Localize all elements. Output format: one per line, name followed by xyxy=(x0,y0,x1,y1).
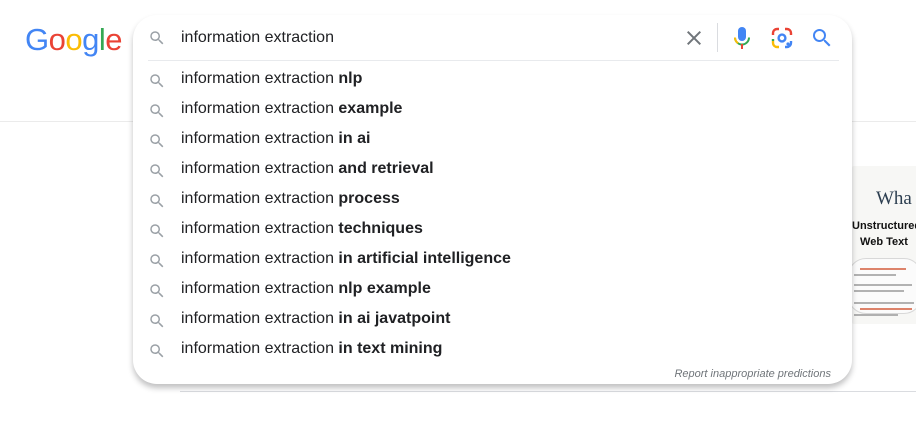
suggestions-divider xyxy=(148,60,839,61)
search-query-text[interactable]: information extraction xyxy=(181,28,334,48)
close-icon xyxy=(687,31,701,45)
suggestion-text: information extraction process xyxy=(181,189,400,209)
thumbnail-text-line xyxy=(854,314,898,316)
google-logo[interactable]: Google xyxy=(25,22,123,58)
suggestion-completion: in text mining xyxy=(338,340,443,357)
search-icon xyxy=(150,134,164,148)
suggestion-item[interactable]: information extraction in ai javatpoint xyxy=(133,304,852,334)
thumbnail-text-line xyxy=(854,302,914,304)
microphone-icon xyxy=(734,27,750,49)
suggestions-list: information extraction nlp information ex… xyxy=(133,64,852,364)
logo-letter: o xyxy=(65,22,83,57)
suggestion-text: information extraction nlp example xyxy=(181,279,431,299)
suggestion-text: information extraction in ai xyxy=(181,129,370,149)
suggestion-prefix: information extraction xyxy=(181,70,339,87)
suggestion-item[interactable]: information extraction process xyxy=(133,184,852,214)
suggestion-completion: and retrieval xyxy=(338,160,434,177)
search-submit-button[interactable] xyxy=(810,26,834,50)
suggestion-text: information extraction example xyxy=(181,99,402,119)
suggestion-text: information extraction techniques xyxy=(181,219,423,239)
search-icon xyxy=(150,31,164,45)
suggestion-text: information extraction nlp xyxy=(181,69,362,89)
vertical-divider xyxy=(717,23,718,52)
suggestion-prefix: information extraction xyxy=(181,220,339,237)
suggestion-completion: in artificial intelligence xyxy=(338,250,511,267)
suggestion-completion: process xyxy=(338,190,400,207)
search-icon xyxy=(150,314,164,328)
suggestion-item[interactable]: information extraction in text mining xyxy=(133,334,852,364)
search-autocomplete-box: information extraction information extra… xyxy=(133,15,852,384)
clear-button[interactable] xyxy=(682,26,706,50)
suggestion-prefix: information extraction xyxy=(181,130,339,147)
search-icon xyxy=(150,74,164,88)
suggestion-prefix: information extraction xyxy=(181,280,339,297)
report-predictions-link[interactable]: Report inappropriate predictions xyxy=(674,368,831,380)
camera-lens-icon xyxy=(771,27,793,49)
suggestion-completion: in ai javatpoint xyxy=(338,310,451,327)
result-thumbnail[interactable]: Wha Unstructured Web Text xyxy=(852,166,916,324)
search-icon xyxy=(150,194,164,208)
thumbnail-text-line xyxy=(854,274,896,276)
suggestion-completion: example xyxy=(338,100,403,117)
logo-letter: o xyxy=(48,22,66,57)
thumbnail-text-line xyxy=(860,268,906,270)
search-icon xyxy=(150,224,164,238)
suggestion-item[interactable]: information extraction example xyxy=(133,94,852,124)
search-icon xyxy=(150,344,164,358)
suggestion-text: information extraction in ai javatpoint xyxy=(181,309,450,329)
suggestion-prefix: information extraction xyxy=(181,190,339,207)
result-divider xyxy=(180,391,916,392)
suggestion-item[interactable]: information extraction nlp xyxy=(133,64,852,94)
suggestion-item[interactable]: information extraction in ai xyxy=(133,124,852,154)
search-icon xyxy=(150,254,164,268)
thumbnail-subtitle: Unstructured Web Text xyxy=(852,218,916,250)
logo-letter: G xyxy=(25,22,49,57)
suggestion-text: information extraction and retrieval xyxy=(181,159,434,179)
thumbnail-cloud xyxy=(852,258,916,314)
suggestion-text: information extraction in artificial int… xyxy=(181,249,511,269)
search-icon xyxy=(150,164,164,178)
search-by-image-button[interactable] xyxy=(770,26,794,50)
search-icon xyxy=(813,29,831,47)
suggestion-prefix: information extraction xyxy=(181,100,339,117)
thumbnail-subtitle-line2: Web Text xyxy=(860,236,908,248)
thumbnail-title: Wha xyxy=(876,188,912,209)
suggestion-item[interactable]: information extraction nlp example xyxy=(133,274,852,304)
search-icon xyxy=(150,104,164,118)
suggestion-completion: in ai xyxy=(338,130,371,147)
suggestion-completion: nlp xyxy=(338,70,363,87)
search-icon xyxy=(150,284,164,298)
thumbnail-text-line xyxy=(854,290,904,292)
suggestion-completion: nlp example xyxy=(338,280,431,297)
suggestion-prefix: information extraction xyxy=(181,160,339,177)
suggestion-prefix: information extraction xyxy=(181,340,339,357)
suggestion-completion: techniques xyxy=(338,220,423,237)
logo-letter: g xyxy=(82,22,99,57)
suggestion-item[interactable]: information extraction and retrieval xyxy=(133,154,852,184)
thumbnail-subtitle-line1: Unstructured xyxy=(852,220,916,232)
suggestion-item[interactable]: information extraction techniques xyxy=(133,214,852,244)
suggestion-text: information extraction in text mining xyxy=(181,339,442,359)
thumbnail-text-line xyxy=(854,284,912,286)
voice-search-button[interactable] xyxy=(730,25,754,51)
suggestion-prefix: information extraction xyxy=(181,250,339,267)
suggestion-prefix: information extraction xyxy=(181,310,339,327)
logo-letter: e xyxy=(105,22,123,57)
suggestion-item[interactable]: information extraction in artificial int… xyxy=(133,244,852,274)
thumbnail-text-line xyxy=(860,308,912,310)
